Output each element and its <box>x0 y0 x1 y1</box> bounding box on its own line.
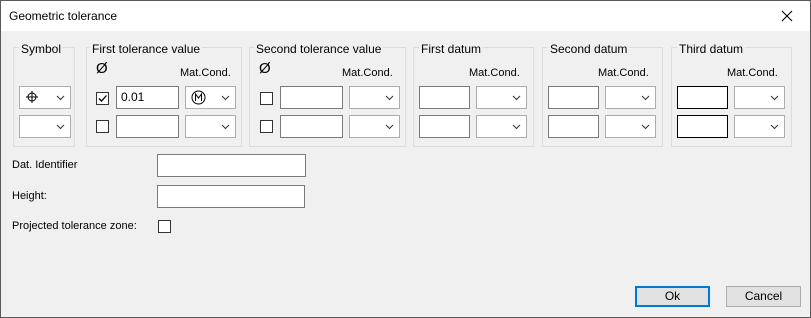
diameter-checkbox-4[interactable] <box>260 120 273 133</box>
symbol-select-1[interactable] <box>19 86 71 109</box>
window-title: Geometric tolerance <box>9 9 118 23</box>
close-button[interactable] <box>764 1 810 31</box>
first-tolerance-value-2[interactable] <box>116 115 179 138</box>
mat-cond-label-3: Mat.Cond. <box>469 67 520 79</box>
check-icon <box>98 95 107 102</box>
third-datum-matcond-1[interactable] <box>734 86 785 109</box>
third-datum-label: Third datum <box>677 42 746 56</box>
diameter-checkbox-3[interactable] <box>260 92 273 105</box>
chevron-down-icon <box>56 95 65 101</box>
second-datum-input-1[interactable] <box>548 86 599 109</box>
chevron-down-icon <box>770 124 779 130</box>
height-input[interactable] <box>157 185 305 208</box>
second-tolerance-value-1[interactable] <box>280 86 343 109</box>
third-datum-input-1[interactable] <box>677 86 728 109</box>
chevron-down-icon <box>770 95 779 101</box>
dat-identifier-label: Dat. Identifier <box>12 159 78 171</box>
symbol-select-2[interactable] <box>19 115 71 138</box>
chevron-down-icon <box>385 124 394 130</box>
diameter-checkbox-2[interactable] <box>96 120 109 133</box>
first-matcond-select-2[interactable] <box>185 115 236 138</box>
projected-tolerance-zone-label: Projected tolerance zone: <box>12 220 137 232</box>
cancel-button[interactable]: Cancel <box>726 286 801 307</box>
dat-identifier-input[interactable] <box>157 154 306 177</box>
third-datum-matcond-2[interactable] <box>734 115 785 138</box>
second-datum-input-2[interactable] <box>548 115 599 138</box>
title-bar: Geometric tolerance <box>1 1 810 31</box>
mat-cond-label: Mat.Cond. <box>180 67 231 79</box>
close-icon <box>781 10 793 22</box>
first-datum-matcond-2[interactable] <box>476 115 527 138</box>
second-matcond-select-1[interactable] <box>349 86 400 109</box>
mat-cond-label-2: Mat.Cond. <box>342 67 393 79</box>
chevron-down-icon <box>56 124 65 130</box>
diameter-symbol-2: Ø <box>259 60 271 77</box>
chevron-down-icon <box>512 95 521 101</box>
second-tolerance-label: Second tolerance value <box>254 42 384 56</box>
ok-button[interactable]: Ok <box>635 286 710 307</box>
second-matcond-select-2[interactable] <box>349 115 400 138</box>
first-datum-input-1[interactable] <box>419 86 470 109</box>
chevron-down-icon <box>221 95 230 101</box>
mat-cond-label-5: Mat.Cond. <box>727 67 778 79</box>
geometric-tolerance-dialog: Geometric tolerance Symbol First toleran… <box>0 0 811 318</box>
position-symbol-icon <box>26 91 38 103</box>
diameter-symbol: Ø <box>96 60 108 77</box>
first-tolerance-value-1[interactable]: 0.01 <box>116 86 179 109</box>
second-datum-matcond-2[interactable] <box>605 115 656 138</box>
first-datum-matcond-1[interactable] <box>476 86 527 109</box>
second-datum-label: Second datum <box>548 42 630 56</box>
first-datum-label: First datum <box>419 42 484 56</box>
diameter-checkbox-1[interactable] <box>96 92 109 105</box>
maximum-material-condition-icon <box>191 90 206 105</box>
first-tolerance-label: First tolerance value <box>90 42 203 56</box>
chevron-down-icon <box>641 95 650 101</box>
chevron-down-icon <box>641 124 650 130</box>
third-datum-input-2[interactable] <box>677 115 728 138</box>
first-matcond-select-1[interactable] <box>185 86 236 109</box>
chevron-down-icon <box>385 95 394 101</box>
second-datum-matcond-1[interactable] <box>605 86 656 109</box>
projected-tolerance-zone-checkbox[interactable] <box>158 220 171 233</box>
second-tolerance-value-2[interactable] <box>280 115 343 138</box>
first-datum-input-2[interactable] <box>419 115 470 138</box>
symbol-group-label: Symbol <box>19 42 64 56</box>
height-label: Height: <box>12 190 47 202</box>
chevron-down-icon <box>221 124 230 130</box>
mat-cond-label-4: Mat.Cond. <box>598 67 649 79</box>
chevron-down-icon <box>512 124 521 130</box>
